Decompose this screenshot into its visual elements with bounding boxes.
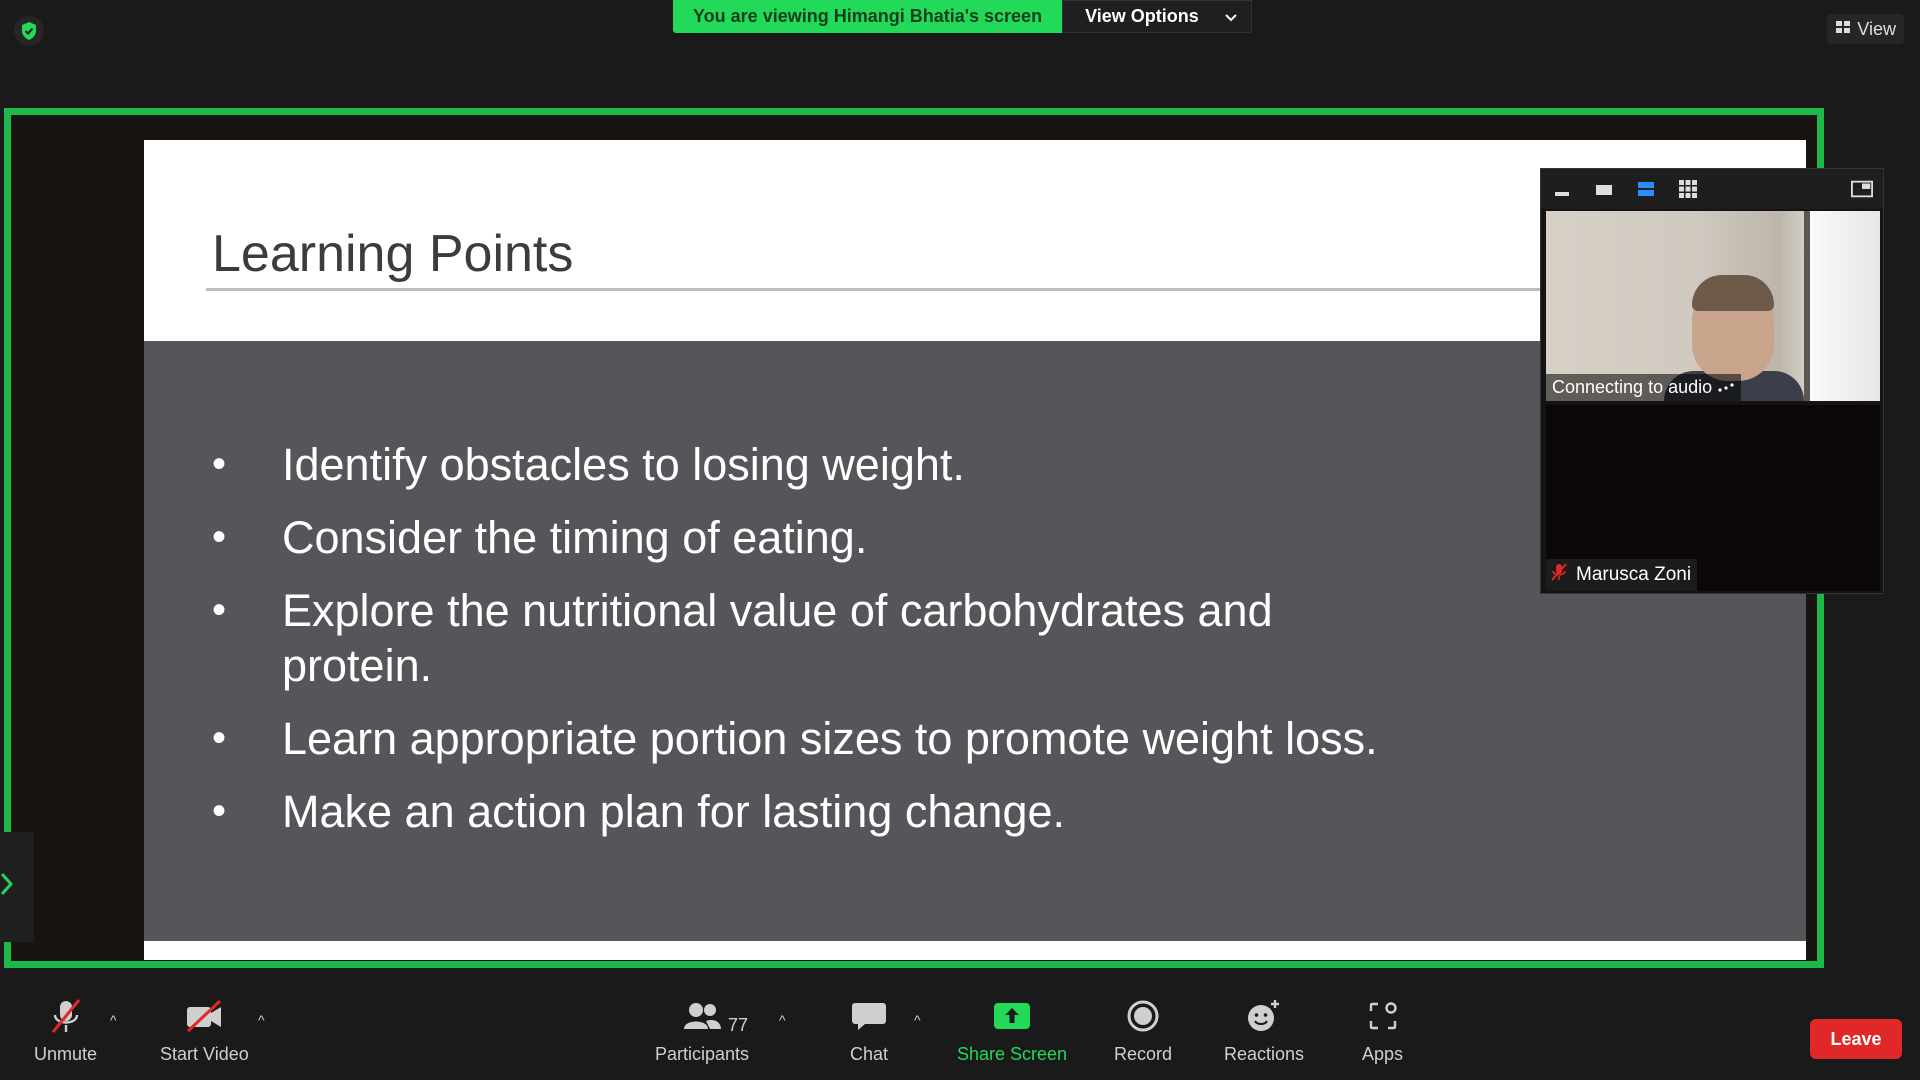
view-options-button[interactable]: View Options bbox=[1062, 0, 1252, 33]
participant-name: Marusca Zoni bbox=[1576, 564, 1692, 585]
bullet-item: Make an action plan for lasting change. bbox=[212, 784, 1612, 839]
apps-button[interactable]: Apps bbox=[1362, 996, 1403, 1065]
security-shield-icon[interactable] bbox=[14, 16, 44, 46]
chevron-right-icon bbox=[0, 871, 14, 903]
video-off-icon bbox=[184, 996, 224, 1036]
chat-options-caret[interactable]: ^ bbox=[914, 1012, 921, 1028]
audio-status-label: Connecting to audio bbox=[1546, 374, 1742, 401]
participant-video-tile[interactable]: Marusca Zoni bbox=[1546, 405, 1880, 591]
meeting-toolbar: Unmute ^ Start Video ^ Participants 77 ^ bbox=[0, 990, 1920, 1080]
grid-icon bbox=[1835, 19, 1851, 40]
audio-status-text: Connecting to audio bbox=[1552, 377, 1713, 397]
share-screen-icon bbox=[993, 996, 1031, 1036]
viewing-screen-banner: You are viewing Himangi Bhatia's screen … bbox=[673, 0, 1252, 33]
minimize-icon[interactable] bbox=[1551, 178, 1573, 200]
connecting-dots-icon bbox=[1717, 377, 1735, 397]
slide-footer-strip bbox=[144, 941, 1806, 960]
slide-title: Learning Points bbox=[212, 225, 574, 283]
chat-button[interactable]: Chat bbox=[850, 996, 888, 1065]
video-panel-toolbar bbox=[1541, 169, 1883, 209]
smiley-plus-icon bbox=[1245, 996, 1283, 1036]
view-label: View bbox=[1857, 18, 1896, 39]
participants-icon bbox=[682, 996, 722, 1036]
apps-icon bbox=[1366, 996, 1400, 1036]
audio-options-caret[interactable]: ^ bbox=[110, 1012, 117, 1028]
chat-label: Chat bbox=[850, 1044, 889, 1064]
single-view-icon[interactable] bbox=[1593, 178, 1615, 200]
record-label: Record bbox=[1114, 1044, 1173, 1064]
chat-icon bbox=[851, 996, 887, 1036]
reactions-label: Reactions bbox=[1224, 1044, 1305, 1064]
bullet-list: Identify obstacles to losing weight. Con… bbox=[212, 437, 1612, 857]
record-button[interactable]: Record bbox=[1114, 996, 1172, 1065]
bullet-item: Identify obstacles to losing weight. bbox=[212, 437, 1612, 492]
stacked-view-icon[interactable] bbox=[1635, 178, 1657, 200]
unmute-button[interactable]: Unmute bbox=[34, 996, 97, 1065]
record-icon bbox=[1126, 996, 1160, 1036]
muted-mic-icon bbox=[1550, 562, 1568, 588]
participant-name-label: Marusca Zoni bbox=[1546, 559, 1698, 591]
bullet-item: Explore the nutritional value of carbohy… bbox=[212, 583, 1432, 693]
chevron-down-icon bbox=[1225, 0, 1237, 33]
unmute-label: Unmute bbox=[34, 1044, 98, 1064]
participant-video-tile[interactable]: Connecting to audio bbox=[1546, 211, 1880, 401]
reactions-button[interactable]: Reactions bbox=[1224, 996, 1304, 1065]
start-video-button[interactable]: Start Video bbox=[160, 996, 249, 1065]
video-panel: Connecting to audio Marusca Zoni bbox=[1540, 168, 1884, 594]
muted-mic-icon bbox=[48, 996, 84, 1036]
gallery-view-icon[interactable] bbox=[1677, 178, 1699, 200]
participants-options-caret[interactable]: ^ bbox=[779, 1012, 786, 1028]
pop-out-icon[interactable] bbox=[1851, 178, 1873, 200]
video-options-caret[interactable]: ^ bbox=[258, 1012, 265, 1028]
participants-label: Participants bbox=[655, 1044, 750, 1064]
view-button[interactable]: View bbox=[1827, 14, 1904, 44]
bullet-item: Learn appropriate portion sizes to promo… bbox=[212, 711, 1612, 766]
participant-hair bbox=[1692, 275, 1774, 311]
share-screen-button[interactable]: Share Screen bbox=[957, 996, 1067, 1065]
window-background bbox=[1804, 211, 1880, 401]
bullet-item: Consider the timing of eating. bbox=[212, 510, 1612, 565]
expand-panel-handle[interactable] bbox=[0, 832, 34, 942]
viewing-screen-text: You are viewing Himangi Bhatia's screen bbox=[673, 0, 1063, 33]
leave-button[interactable]: Leave bbox=[1810, 1019, 1902, 1059]
apps-label: Apps bbox=[1362, 1044, 1404, 1064]
share-screen-label: Share Screen bbox=[957, 1044, 1068, 1064]
start-video-label: Start Video bbox=[160, 1044, 249, 1064]
participants-count: 77 bbox=[728, 1015, 749, 1035]
view-options-label: View Options bbox=[1085, 6, 1199, 26]
